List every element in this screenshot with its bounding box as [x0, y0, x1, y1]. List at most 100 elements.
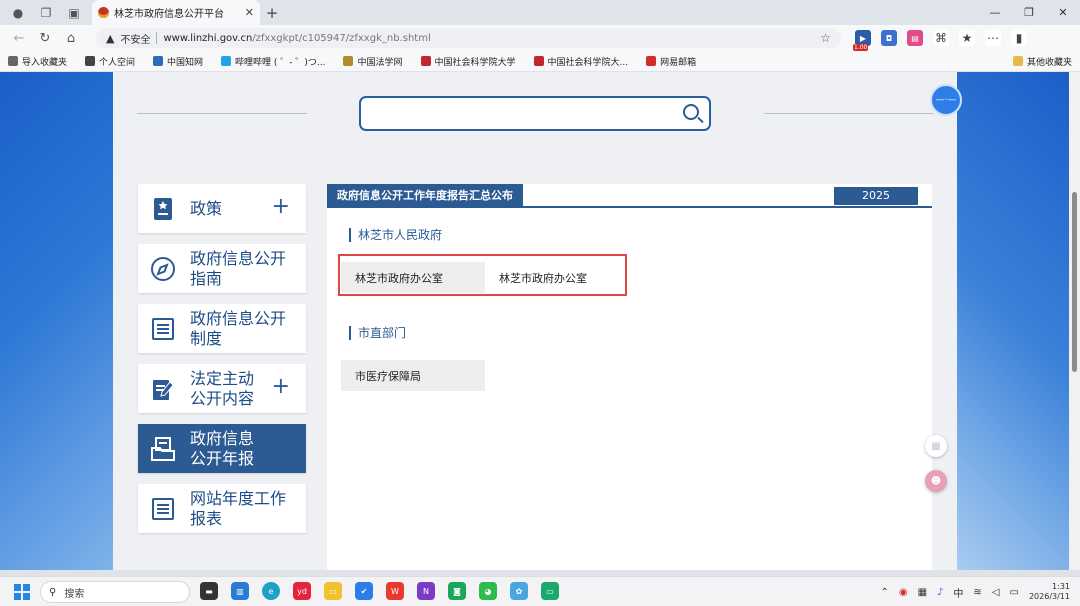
extension-icon[interactable]: ▶ 1.00 [853, 30, 871, 51]
file-explorer-icon[interactable]: ▭ [324, 582, 342, 600]
scrollbar-thumb[interactable] [1072, 192, 1077, 372]
messaging-icon[interactable]: ◙ [448, 582, 466, 600]
sidebar-menu-item[interactable]: 政府信息公开 指南 [138, 244, 306, 293]
profile-icon[interactable]: ● [4, 0, 32, 25]
more-menu-icon[interactable]: ⋯ [985, 30, 1001, 46]
tab-actions-icon[interactable]: ▣ [60, 0, 88, 25]
scrollbar[interactable] [1069, 72, 1080, 570]
onenote-icon[interactable]: N [417, 582, 435, 600]
extensions-puzzle-icon[interactable]: ⌘ [933, 30, 949, 46]
warning-icon: ▲ [106, 31, 115, 45]
main-column: —·— 政策 + 政府信息公开 指南政府信息公开 制度 法定主动 公开内容 + 政府信息 … [113, 72, 962, 570]
bookmark-item[interactable]: 中国法学网 [343, 55, 403, 68]
web-page: —·— 政策 + 政府信息公开 指南政府信息公开 制度 法定主动 公开内容 + 政府信息 … [0, 72, 1080, 570]
other-bookmarks[interactable]: 其他收藏夹 [1012, 55, 1072, 68]
expand-plus-icon[interactable]: + [272, 375, 290, 399]
battery-icon[interactable]: ▭ [1010, 587, 1019, 598]
ime-indicator[interactable]: 中 [953, 585, 963, 600]
bookmark-item[interactable]: 网易邮箱 [646, 55, 696, 68]
list-document-icon [150, 316, 176, 342]
bookmark-label: 个人空间 [99, 57, 136, 68]
app-grid-float-icon[interactable]: ▦ [925, 435, 947, 457]
cass-icon [420, 56, 431, 66]
sidebar-menu-label: 政府信息 公开年报 [190, 428, 255, 468]
wifi-icon[interactable]: ≋ [973, 587, 981, 598]
youdao-icon[interactable]: yd [293, 582, 311, 600]
highlight-box [338, 254, 627, 296]
new-tab-button[interactable]: + [260, 0, 284, 25]
sidebar-menu-item[interactable]: 网站年度工作 报表 [138, 484, 306, 533]
extension-icon[interactable]: ◘ [881, 30, 897, 46]
close-tab-icon[interactable]: ✕ [245, 6, 254, 19]
list-item[interactable]: 市医疗保障局 [341, 360, 485, 391]
tray-app-icon[interactable]: ◉ [899, 587, 908, 598]
bookmark-label: 中国社会科学院大... [547, 57, 629, 68]
restore-button[interactable]: ❐ [1012, 0, 1046, 25]
sidebar-menu-item[interactable]: 政策 + [138, 184, 306, 233]
microphone-icon[interactable]: ♪ [937, 587, 943, 598]
favorites-icon[interactable]: ★ [959, 30, 975, 46]
task-view-icon[interactable]: ▬ [200, 582, 218, 600]
bookmark-item[interactable]: 哔哩哔哩 ( ゜- ゜)つ... [221, 55, 325, 68]
bookmark-label: 中国社会科学院大学 [434, 57, 516, 68]
wps-icon[interactable]: W [386, 582, 404, 600]
bookmark-label: 中国法学网 [357, 57, 403, 68]
expand-plus-icon[interactable]: + [272, 195, 290, 219]
bookmark-item[interactable]: 中国知网 [153, 55, 203, 68]
close-window-button[interactable]: ✕ [1046, 0, 1080, 25]
background-left [0, 72, 113, 570]
sidebar-menu-label: 政策 [190, 198, 223, 218]
sidebar-menu-item[interactable]: 法定主动 公开内容 + [138, 364, 306, 413]
chevron-up-icon[interactable]: ⌃ [880, 587, 888, 598]
wechat-icon[interactable]: ◕ [479, 582, 497, 600]
background-right [957, 72, 1069, 570]
folder-icon [1012, 56, 1023, 66]
section-title: 市直部门 [349, 326, 406, 340]
start-windows-icon[interactable] [14, 584, 30, 600]
sidebar-menu-item[interactable]: 政府信息公开 制度 [138, 304, 306, 353]
policy-document-icon [150, 196, 176, 222]
clock[interactable]: 1:31 2026/3/11 [1029, 582, 1070, 602]
site-search-box[interactable] [359, 96, 711, 131]
bookmark-item[interactable]: 中国社会科学院大学 [420, 55, 516, 68]
back-button[interactable]: ← [6, 25, 32, 51]
sidebar-menu-item[interactable]: 政府信息 公开年报 [138, 424, 306, 473]
address-bar[interactable]: ▲ 不安全 www.linzhi.gov.cn/zfxxgkpt/c105947… [96, 28, 841, 48]
sidebar-menu-label: 网站年度工作 报表 [190, 488, 287, 528]
taskbar-search-label: 搜索 [64, 588, 85, 600]
sidebar-menu-label: 政府信息公开 指南 [190, 248, 287, 288]
collections-icon[interactable]: ❐ [32, 0, 60, 25]
browser-tab[interactable]: 林芝市政府信息公开平台 ✕ [92, 0, 260, 25]
extension-icon[interactable]: ▤ [907, 30, 923, 46]
refresh-button[interactable]: ↻ [32, 25, 58, 51]
taskbar-search[interactable]: ⚲ 搜索 [40, 581, 190, 603]
sidebar-menu: 政策 + 政府信息公开 指南政府信息公开 制度 法定主动 公开内容 + 政府信息 公开年报… [138, 184, 306, 544]
minimize-button[interactable]: — [978, 0, 1012, 25]
bookmark-item[interactable]: 个人空间 [85, 55, 135, 68]
law-icon [343, 56, 354, 66]
bookmark-label: 哔哩哔哩 ( ゜- ゜)つ... [235, 57, 326, 68]
globe-icon [85, 56, 96, 66]
favorite-star-icon[interactable]: ☆ [820, 31, 831, 45]
search-icon[interactable] [683, 104, 699, 120]
security-label: 不安全 [120, 34, 151, 46]
system-tray: ⌃ ◉ ▦ ♪ 中 ≋ ◁ ▭ 1:31 2026/3/11 [880, 580, 1070, 604]
clock-date: 2026/3/11 [1028, 592, 1070, 601]
bilibili-icon [221, 56, 232, 66]
edge-browser-icon[interactable]: e [262, 582, 280, 600]
volume-icon[interactable]: ◁ [992, 587, 1000, 598]
app-icon[interactable]: ✿ [510, 582, 528, 600]
bookmark-item[interactable]: 导入收藏夹 [8, 55, 67, 68]
assistant-float-icon[interactable]: ☻ [925, 470, 947, 492]
screen-icon[interactable]: ▭ [541, 582, 559, 600]
todo-icon[interactable]: ✔ [355, 582, 373, 600]
bookmark-item[interactable]: 中国社会科学院大... [533, 55, 629, 68]
sidebar-toggle-icon[interactable]: ▮ [1011, 30, 1027, 46]
home-button[interactable]: ⌂ [58, 25, 84, 51]
input-panel-icon[interactable]: ▦ [918, 587, 927, 598]
year-selector[interactable]: 2025 [834, 187, 918, 205]
browser-toolbar: ← ↻ ⌂ ▲ 不安全 www.linzhi.gov.cn/zfxxgkpt/c… [0, 25, 1080, 51]
section-title: 林芝市人民政府 [349, 228, 442, 242]
widgets-icon[interactable]: ▥ [231, 582, 249, 600]
accessibility-float-icon[interactable]: —·— [930, 84, 962, 116]
